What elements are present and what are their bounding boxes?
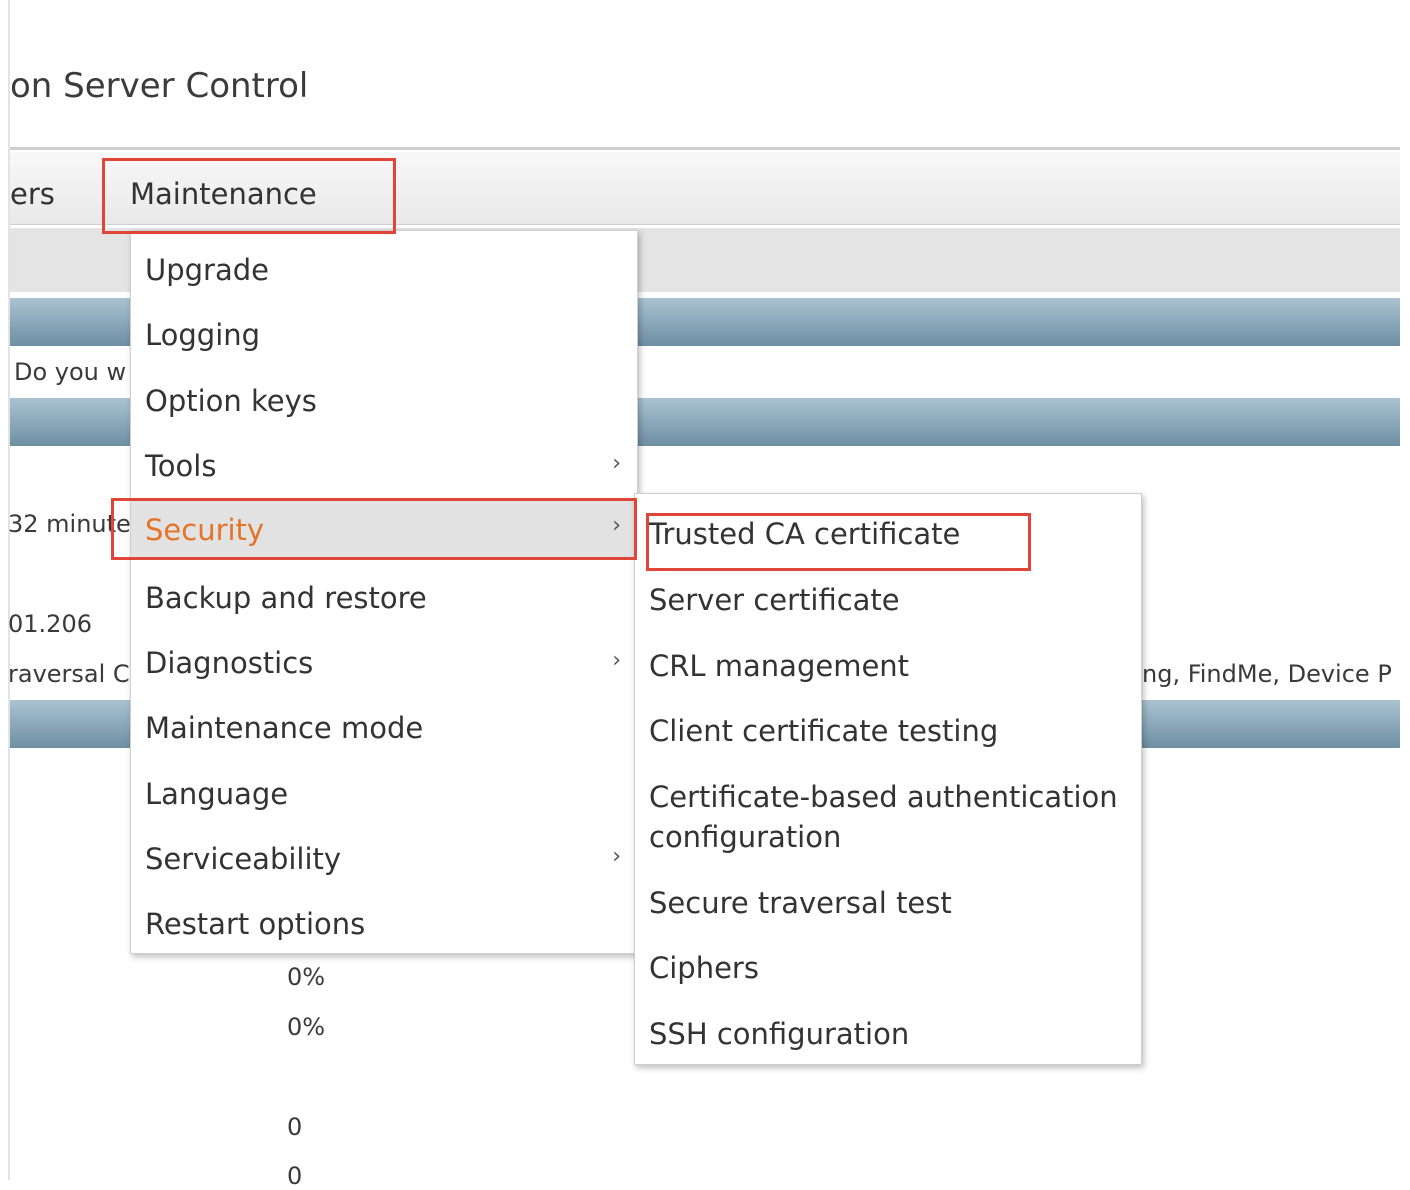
submenu-item-ciphers[interactable]: Ciphers (649, 948, 1129, 988)
menu-item-label: Security (145, 513, 265, 547)
nav-maintenance[interactable]: Maintenance (130, 152, 317, 224)
notice-text: Do you w (14, 358, 127, 386)
submenu-item-server-certificate[interactable]: Server certificate (649, 580, 1129, 620)
stat-value: 0 (287, 1162, 303, 1190)
menu-item-backup-restore[interactable]: Backup and restore (131, 581, 637, 631)
menu-item-serviceability[interactable]: Serviceability › (131, 842, 637, 892)
stat-value: 0% (287, 1013, 326, 1041)
menu-item-label: Option keys (145, 384, 317, 418)
options-value-left: raversal C (8, 660, 130, 688)
stat-value: 0 (287, 1113, 303, 1141)
main-navbar: ers Maintenance (10, 152, 1400, 225)
uptime-value: 32 minute (8, 510, 131, 538)
nav-users[interactable]: ers (10, 152, 55, 224)
menu-item-label: Language (145, 777, 289, 811)
menu-item-label: Maintenance mode (145, 711, 424, 745)
menu-item-tools[interactable]: Tools › (131, 449, 637, 499)
menu-item-label: Backup and restore (145, 581, 427, 615)
address-value: 01.206 (8, 610, 92, 638)
menu-item-label: Tools (145, 449, 217, 483)
submenu-item-trusted-ca-certificate[interactable]: Trusted CA certificate (649, 514, 1129, 554)
menu-item-upgrade[interactable]: Upgrade (131, 253, 637, 303)
submenu-item-ssh-configuration[interactable]: SSH configuration (649, 1014, 1129, 1054)
menu-item-label: Restart options (145, 907, 366, 941)
options-value-right: ng, FindMe, Device P (1142, 660, 1392, 688)
menu-item-logging[interactable]: Logging (131, 318, 637, 368)
submenu-item-client-certificate-testing[interactable]: Client certificate testing (649, 711, 1129, 751)
menu-item-label: Logging (145, 318, 261, 352)
submenu-item-secure-traversal-test[interactable]: Secure traversal test (649, 883, 1129, 923)
menu-item-maintenance-mode[interactable]: Maintenance mode (131, 711, 637, 761)
menu-item-diagnostics[interactable]: Diagnostics › (131, 646, 637, 696)
menu-item-restart-options[interactable]: Restart options (131, 907, 637, 951)
submenu-item-crl-management[interactable]: CRL management (649, 646, 1129, 686)
menu-item-security[interactable]: Security › (131, 501, 637, 559)
chevron-right-icon: › (612, 451, 621, 476)
app-title: on Server Control (10, 66, 309, 106)
menu-item-label: Serviceability (145, 842, 342, 876)
chevron-right-icon: › (612, 648, 621, 673)
chevron-right-icon: › (612, 513, 621, 538)
security-submenu: Trusted CA certificate Server certificat… (634, 493, 1142, 1065)
menu-item-language[interactable]: Language (131, 777, 637, 827)
stat-value: 0% (287, 963, 326, 991)
maintenance-dropdown-menu: Upgrade Logging Option keys Tools › Secu… (130, 230, 638, 954)
menu-item-option-keys[interactable]: Option keys (131, 384, 637, 434)
header-divider (10, 147, 1400, 150)
menu-item-label: Diagnostics (145, 646, 314, 680)
menu-item-label: Upgrade (145, 253, 269, 287)
submenu-item-certificate-based-auth-config[interactable]: Certificate-based authentication configu… (649, 777, 1129, 857)
chevron-right-icon: › (612, 844, 621, 869)
